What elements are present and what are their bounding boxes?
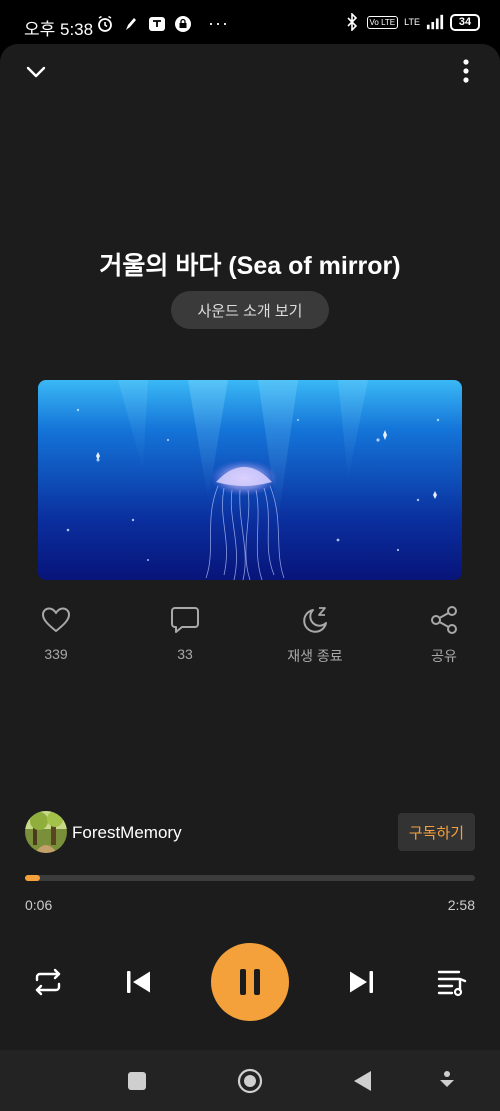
sleep-timer-label: 재생 종료 [287, 648, 343, 664]
back-triangle-icon [354, 1071, 371, 1091]
progress-fill [25, 875, 41, 881]
comment-icon [171, 607, 199, 633]
previous-icon [127, 971, 150, 993]
chevron-down-icon [26, 66, 46, 78]
action-row: 339 33 재생 종료 공유 [0, 604, 500, 674]
current-time: 0:06 [25, 897, 53, 913]
square-icon [128, 1072, 146, 1090]
comment-button[interactable]: 33 [140, 604, 230, 662]
share-label: 공유 [431, 648, 457, 664]
repeat-button[interactable] [30, 965, 66, 999]
progress-bar[interactable] [25, 875, 475, 881]
status-left-icons: ··· [96, 13, 229, 34]
track-title: 거울의 바다 (Sea of mirror) [99, 252, 401, 280]
volte-badge: Vo LTE [366, 15, 399, 29]
alarm-icon [96, 15, 114, 33]
bluetooth-icon [343, 13, 361, 31]
talk-icon [148, 15, 166, 33]
subscribe-button[interactable]: 구독하기 [398, 813, 475, 851]
download-arrow-icon [440, 1071, 454, 1087]
heart-icon [41, 607, 71, 633]
recents-button[interactable] [124, 1068, 150, 1094]
status-right-icons: Vo LTE LTE 34 [343, 13, 480, 31]
repeat-icon [35, 968, 61, 996]
album-artwork [38, 380, 462, 580]
playlist-button[interactable] [434, 965, 470, 999]
more-menu-button[interactable] [456, 58, 476, 84]
artist-row: ForestMemory 구독하기 [25, 811, 475, 853]
back-button[interactable] [350, 1068, 376, 1094]
next-icon [350, 971, 373, 993]
sleep-timer-icon [303, 607, 327, 633]
playlist-icon [437, 970, 467, 997]
like-count: 339 [44, 646, 68, 662]
more-vertical-icon [463, 59, 469, 83]
artist-avatar[interactable] [25, 811, 67, 853]
home-circle-icon [237, 1068, 263, 1094]
home-button[interactable] [237, 1068, 263, 1094]
lock-icon [174, 15, 192, 33]
total-time: 2:58 [447, 897, 475, 913]
status-more: ··· [208, 13, 229, 33]
artist-name[interactable]: ForestMemory [72, 823, 182, 843]
playback-controls [0, 943, 500, 1021]
like-button[interactable]: 339 [11, 604, 101, 662]
system-navigation-bar [0, 1050, 500, 1111]
signal-icon [426, 13, 444, 31]
battery-indicator: 34 [450, 13, 480, 31]
collapse-button[interactable] [22, 60, 50, 84]
sound-intro-button[interactable]: 사운드 소개 보기 [171, 291, 329, 329]
sleep-timer-button[interactable]: 재생 종료 [270, 604, 360, 666]
player-screen: 거울의 바다 (Sea of mirror) 사운드 소개 보기 339 33 … [0, 44, 500, 1050]
pause-button[interactable] [211, 943, 289, 1021]
pen-icon [122, 15, 140, 33]
hide-navigation-button[interactable] [434, 1068, 460, 1094]
comment-count: 33 [177, 646, 193, 662]
next-button[interactable] [345, 965, 379, 999]
previous-button[interactable] [121, 965, 155, 999]
share-button[interactable]: 공유 [399, 604, 489, 666]
status-bar: 오후 5:38 ··· Vo LTE LTE 34 [0, 0, 500, 44]
pause-icon [240, 969, 260, 995]
share-icon [431, 606, 457, 634]
status-time: 오후 5:38 [24, 20, 94, 39]
lte-label: LTE [404, 16, 420, 27]
